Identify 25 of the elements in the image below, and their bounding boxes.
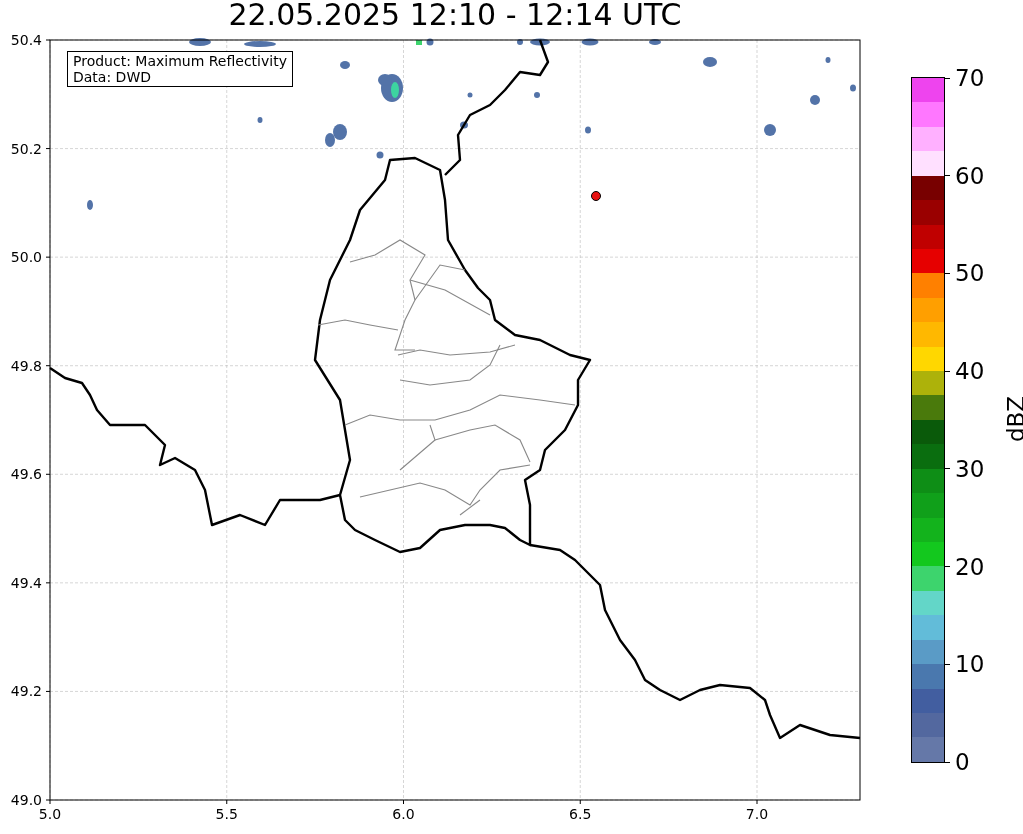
info-text: Data: DWD <box>73 69 152 85</box>
y-tick-label: 50.4 <box>10 32 42 48</box>
colorbar-tick-label: 20 <box>955 554 985 579</box>
y-tick-label: 49.0 <box>10 792 42 808</box>
x-tick-label: 5.0 <box>38 806 62 822</box>
y-tick-label: 49.4 <box>10 574 42 591</box>
y-tick-label: 50.2 <box>10 140 42 157</box>
colorbar-tick-label: 70 <box>955 66 985 90</box>
colorbar-tick-label: 60 <box>955 163 985 188</box>
colorbar-tick-label: 40 <box>955 359 985 384</box>
x-tick-label: 6.0 <box>392 806 415 822</box>
y-tick-label: 49.8 <box>10 357 42 374</box>
location-marker <box>591 191 601 201</box>
colorbar-tick-label: 10 <box>955 652 985 677</box>
y-tick-label: 49.2 <box>10 683 42 700</box>
x-tick-label: 6.5 <box>569 806 592 822</box>
x-tick-label: 5.5 <box>215 806 238 822</box>
info-text: Product: Maximum Reflectivity <box>73 53 287 69</box>
y-tick-label: 49.6 <box>10 466 42 483</box>
colorbar-tick-label: 30 <box>955 456 985 481</box>
colorbar-tick-label: 0 <box>955 750 970 774</box>
chart-title: 22.05.2025 12:10 - 12:14 UTC <box>228 0 682 32</box>
y-tick-label: 50.0 <box>10 249 42 266</box>
x-tick-label: 7.0 <box>745 806 769 822</box>
colorbar-tick-label: 50 <box>955 261 985 286</box>
